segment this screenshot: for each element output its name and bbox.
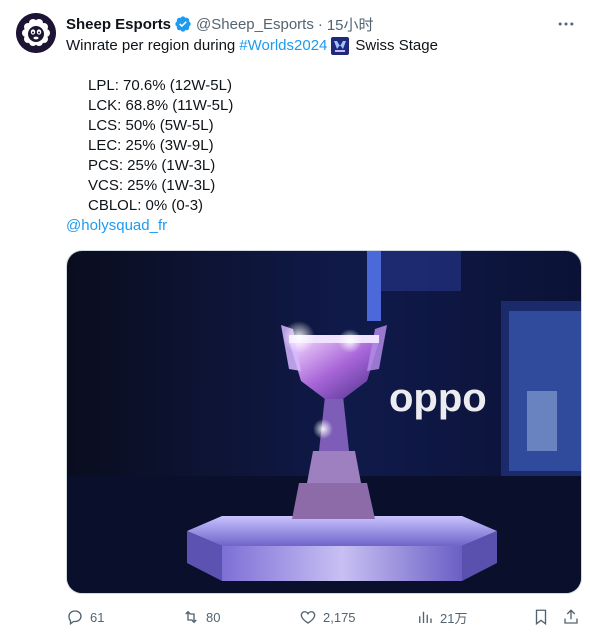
sheep-logo-icon: [16, 13, 56, 53]
author-handle[interactable]: @Sheep_Esports: [196, 16, 314, 33]
author-name[interactable]: Sheep Esports: [66, 16, 171, 33]
heart-icon: [300, 611, 316, 624]
hashtag-link[interactable]: #Worlds2024: [239, 36, 327, 56]
like-button[interactable]: 2,175: [299, 603, 356, 631]
retweet-icon: [185, 610, 197, 624]
reply-button[interactable]: 61: [66, 603, 104, 631]
retweet-count: 80: [206, 609, 221, 625]
retweet-button[interactable]: 80: [182, 603, 220, 631]
tweet-timestamp[interactable]: 15小时: [327, 14, 374, 35]
region-stat: LEC: 25% (3W-9L): [88, 137, 214, 154]
view-count: 21万: [440, 610, 468, 626]
bookmark-button[interactable]: [532, 603, 556, 631]
views-chart-icon: [419, 611, 432, 623]
bookmark-icon: [535, 609, 547, 626]
like-count: 2,175: [323, 609, 356, 625]
oppo-backdrop-logo: oppo: [389, 376, 487, 420]
views-button[interactable]: 21万: [416, 603, 467, 631]
reply-count: 61: [90, 609, 105, 625]
region-stat: PCS: 25% (1W-3L): [88, 157, 216, 174]
share-button[interactable]: [562, 603, 586, 631]
tweet-header: Sheep Esports @Sheep_Esports · 15小时: [66, 14, 550, 34]
region-stat: VCS: 25% (1W-3L): [88, 177, 216, 194]
tweet-suffix-text: Swiss Stage: [355, 37, 438, 54]
mention-link[interactable]: @holysquad_fr: [66, 216, 572, 236]
share-icon: [564, 609, 578, 624]
verified-badge-icon: [175, 16, 191, 32]
more-options-icon[interactable]: [556, 14, 576, 34]
worlds-hashflag-icon: [331, 37, 350, 55]
region-stat: LPL: 70.6% (12W-5L): [88, 77, 232, 94]
region-stat: LCS: 50% (5W-5L): [88, 117, 214, 134]
trophy-photo: oppo: [67, 251, 581, 593]
region-stats-list: LPL: 70.6% (12W-5L) LCK: 68.8% (11W-5L) …: [66, 76, 572, 216]
region-stat: LCK: 68.8% (11W-5L): [88, 97, 234, 114]
separator-dot: ·: [317, 15, 323, 33]
tweet-action-bar: 61 80 2,175 21万: [66, 603, 582, 631]
region-stat: CBLOL: 0% (0-3): [88, 197, 204, 214]
tweet-first-line: Winrate per region during #Worlds2024 Sw…: [66, 36, 572, 56]
reply-icon: [68, 610, 82, 626]
author-avatar[interactable]: [16, 13, 56, 53]
tweet-intro-text: Winrate per region during: [66, 37, 236, 54]
tweet-media-image[interactable]: oppo: [66, 250, 582, 594]
tweet-text: Winrate per region during #Worlds2024 Sw…: [66, 36, 572, 236]
